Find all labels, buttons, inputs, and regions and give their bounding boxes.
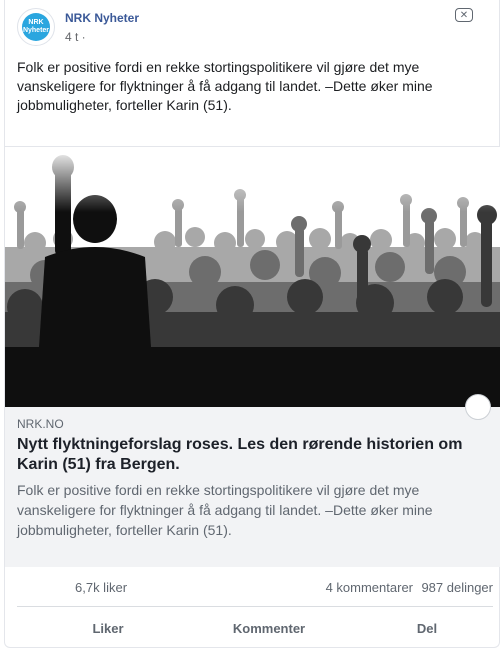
shares-count[interactable]: 987 delinger xyxy=(421,580,493,595)
post-text: Folk er positive fordi en rekke storting… xyxy=(17,59,433,113)
like-button[interactable]: Liker xyxy=(57,614,159,644)
post-stats: 6,7k liker 4 kommentarer 987 delinger xyxy=(17,580,493,600)
comment-button[interactable]: Kommenter xyxy=(217,614,321,644)
page-name-link[interactable]: NRK Nyheter xyxy=(65,11,139,25)
options-circle-icon[interactable] xyxy=(465,394,491,420)
post-card: NRK Nyheter NRK Nyheter 4 t · ✕ Folk er … xyxy=(4,0,500,648)
action-bar: Liker Kommenter Del xyxy=(17,614,493,644)
post-header: NRK Nyheter NRK Nyheter 4 t · ✕ xyxy=(17,8,487,50)
crowd-silhouette-image xyxy=(5,147,500,407)
link-preview[interactable]: NRK.NO Nytt flyktningeforslag roses. Les… xyxy=(5,407,500,567)
likes-count[interactable]: 6,7k liker xyxy=(75,580,127,595)
close-icon[interactable]: ✕ xyxy=(455,8,473,22)
divider xyxy=(17,606,493,607)
avatar[interactable]: NRK Nyheter xyxy=(17,8,55,46)
link-title[interactable]: Nytt flyktningeforslag roses. Les den rø… xyxy=(17,435,487,475)
link-description: Folk er positive fordi en rekke storting… xyxy=(17,482,433,538)
comments-count[interactable]: 4 kommentarer xyxy=(326,580,413,595)
link-image[interactable] xyxy=(5,147,500,407)
link-domain: NRK.NO xyxy=(17,417,64,431)
share-button[interactable]: Del xyxy=(397,614,457,644)
post-timestamp[interactable]: 4 t · xyxy=(65,30,86,44)
nrk-logo-icon: NRK Nyheter xyxy=(22,13,50,41)
